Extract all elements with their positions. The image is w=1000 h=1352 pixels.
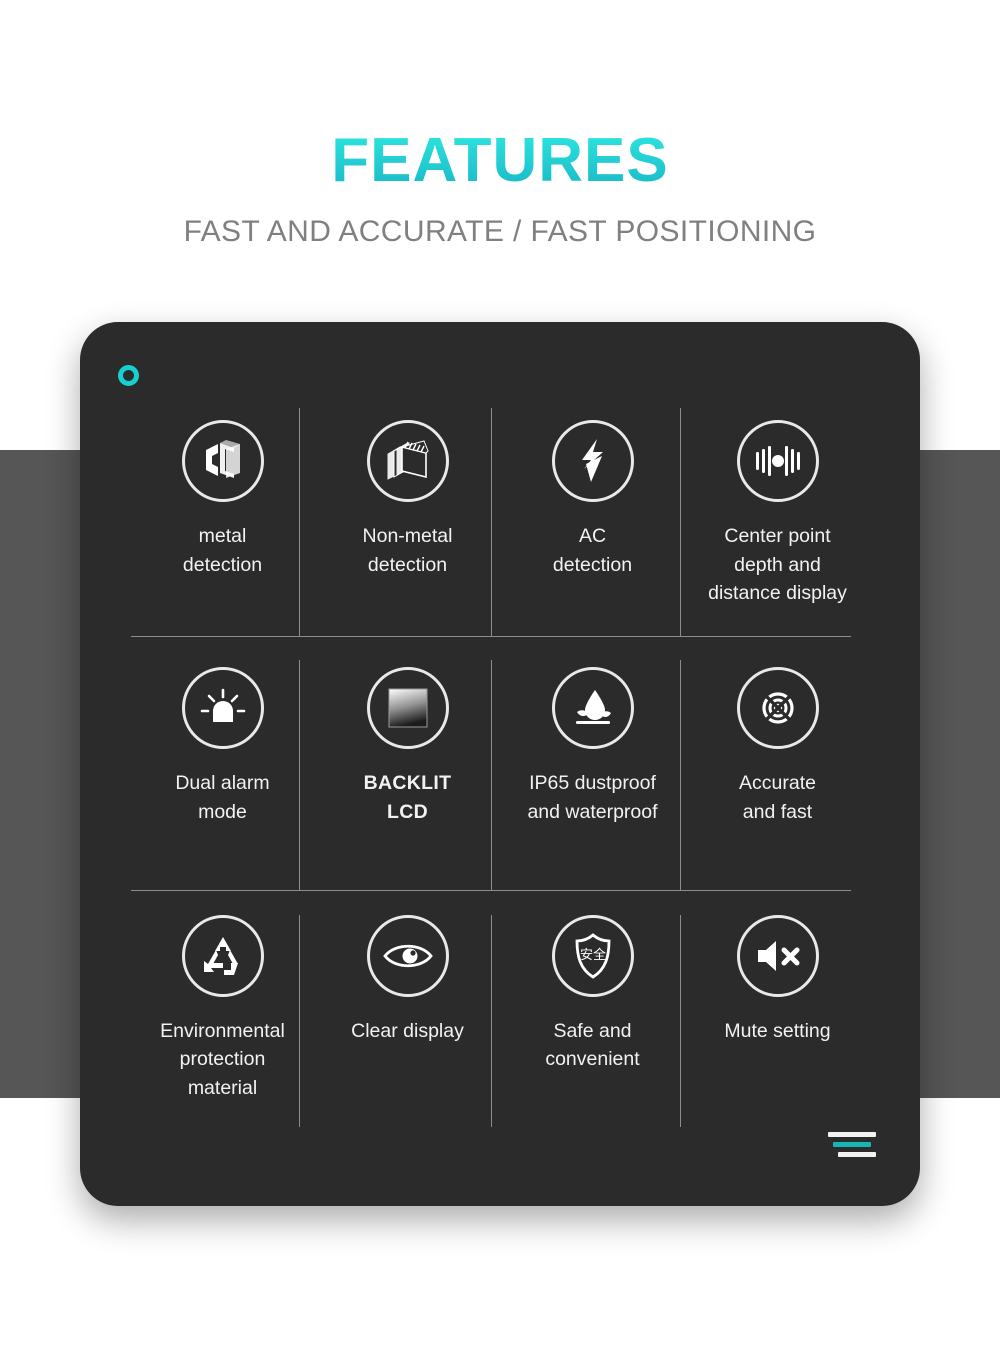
feature-label: Dual alarm mode [175,772,270,823]
feature-item-environmental-material[interactable]: Environmental protection material [130,903,315,1150]
feature-label: AC detection [552,525,633,576]
i-beam-metal-icon [181,420,264,502]
feature-item-dual-alarm-mode[interactable]: Dual alarm mode [130,655,315,902]
shield-safety-icon: 安全 [551,914,634,997]
feature-label: Safe and convenient [545,1019,640,1071]
feature-item-safe-convenient[interactable]: 安全 Safe and convenient [500,903,685,1150]
grid-divider-vertical [680,660,681,890]
feature-item-accurate-and-fast[interactable]: Accurate and fast [685,655,870,902]
feature-label: Center point depth and distance display [708,525,847,605]
alarm-beacon-icon [181,667,264,750]
target-rings-icon [736,667,819,750]
grid-divider-vertical [491,915,492,1127]
feature-item-ac-detection[interactable]: AC detection [500,408,685,655]
layered-blocks-icon [366,420,449,502]
feature-label: Mute setting [724,1019,831,1042]
page-title: FEATURES [0,128,1000,193]
features-grid: metal detection Non-metal detection AC d… [130,408,870,1150]
grid-divider-vertical [299,915,300,1127]
feature-item-non-metal-detection[interactable]: Non-metal detection [315,408,500,655]
features-page: FEATURES FAST AND ACCURATE / FAST POSITI… [0,0,1000,1352]
grid-divider-vertical [491,660,492,890]
feature-label: Environmental protection material [160,1019,285,1099]
feature-item-clear-display[interactable]: Clear display [315,903,500,1150]
feature-label: BACKLIT LCD [363,772,452,823]
grid-divider-vertical [299,660,300,890]
recycle-icon [181,914,264,997]
page-subtitle: FAST AND ACCURATE / FAST POSITIONING [183,215,817,249]
feature-item-backlit-lcd[interactable]: BACKLIT LCD [315,655,500,902]
grid-divider-vertical [299,408,300,636]
grid-divider-vertical [491,408,492,636]
water-droplet-icon [551,667,634,750]
features-card: metal detection Non-metal detection AC d… [80,322,920,1206]
feature-label: Clear display [351,1019,464,1042]
center-point-bars-icon [736,420,819,502]
feature-item-center-point-display[interactable]: Center point depth and distance display [685,408,870,655]
grid-divider-vertical [680,915,681,1127]
lcd-screen-icon [366,667,449,750]
feature-label: metal detection [182,525,263,576]
page-header: FEATURES FAST AND ACCURATE / FAST POSITI… [0,128,1000,249]
feature-label: Non-metal detection [362,525,453,576]
grid-divider-horizontal [131,636,851,637]
shield-text: 安全 [579,947,605,963]
eye-icon [366,914,449,997]
feature-item-mute-setting[interactable]: Mute setting [685,903,870,1150]
ring-dot-decoration-icon [118,365,139,386]
grid-divider-vertical [680,408,681,636]
feature-label: IP65 dustproof and waterproof [527,772,658,823]
speaker-mute-icon [736,914,819,997]
feature-item-ip65-waterproof[interactable]: IP65 dustproof and waterproof [500,655,685,902]
feature-label: Accurate and fast [739,772,816,823]
lightning-bolt-icon [551,420,634,502]
grid-divider-horizontal [131,890,851,891]
feature-item-metal-detection[interactable]: metal detection [130,408,315,655]
